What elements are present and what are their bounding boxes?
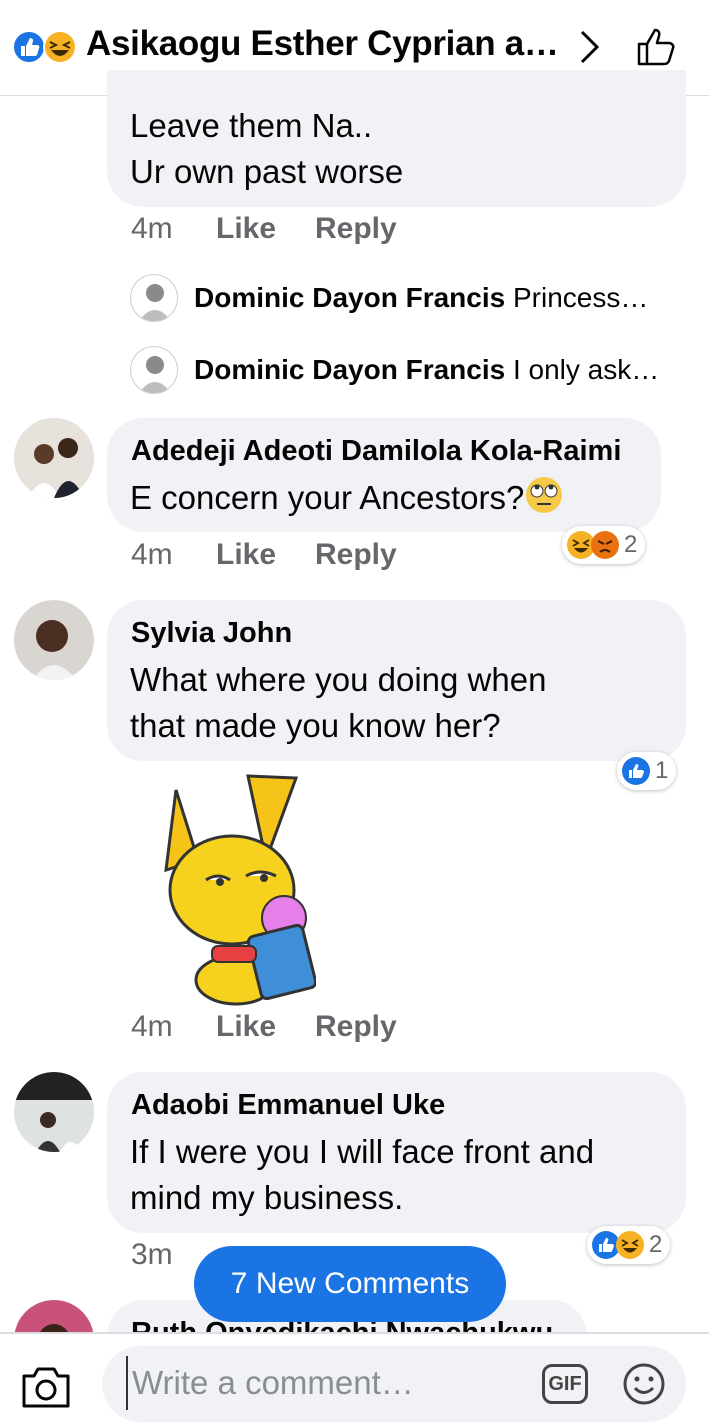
avatar[interactable] xyxy=(130,346,178,394)
comment-text: What where you doing when xyxy=(130,661,547,698)
reaction-summary-icon[interactable] xyxy=(12,30,82,64)
comment-text: that made you know her? xyxy=(130,707,501,744)
reaction-count-badge[interactable]: 1 xyxy=(617,752,677,790)
new-comments-button[interactable]: 7 New Comments xyxy=(194,1246,506,1322)
comment-author[interactable]: Sylvia John xyxy=(131,617,292,650)
comment-text: If I were you I will face front and xyxy=(130,1133,595,1170)
angry-icon xyxy=(591,531,619,559)
haha-icon xyxy=(616,1231,644,1259)
avatar[interactable] xyxy=(14,418,94,498)
comment-input[interactable] xyxy=(126,1356,534,1410)
reply-button[interactable]: Reply xyxy=(315,538,397,572)
reply-author: Dominic Dayon Francis xyxy=(194,282,506,313)
avatar[interactable] xyxy=(130,274,178,322)
reply-button[interactable]: Reply xyxy=(315,1010,397,1044)
comment-author[interactable]: Adedeji Adeoti Damilola Kola-Raimi xyxy=(131,435,621,468)
comment-time: 4m xyxy=(131,1010,173,1043)
like-icon[interactable] xyxy=(634,24,680,70)
reply-text: I only ask… xyxy=(512,354,660,385)
comment-author[interactable]: Adaobi Emmanuel Uke xyxy=(131,1089,445,1122)
avatar[interactable] xyxy=(14,600,94,680)
avatar[interactable] xyxy=(14,1072,94,1152)
comment-text: Leave them Na.. xyxy=(130,107,373,144)
emoji-icon[interactable] xyxy=(622,1362,666,1406)
like-reaction-icon xyxy=(622,757,650,785)
sticker-image[interactable] xyxy=(146,770,316,1006)
reaction-count: 2 xyxy=(649,1231,663,1258)
gif-button[interactable]: GIF xyxy=(542,1364,588,1404)
comment-time: 4m xyxy=(131,538,173,571)
post-title[interactable]: Asikaogu Esther Cyprian a… xyxy=(86,24,559,64)
comment-text: Ur own past worse xyxy=(130,153,404,190)
reaction-count-badge[interactable]: 2 xyxy=(587,1226,671,1264)
reply-author: Dominic Dayon Francis xyxy=(194,354,506,385)
comment-text: E concern your Ancestors? xyxy=(130,475,564,521)
reply-button[interactable]: Reply xyxy=(315,212,397,246)
comment-time: 3m xyxy=(131,1238,173,1271)
reaction-count: 1 xyxy=(655,757,669,784)
comment-input-field: GIF xyxy=(102,1346,686,1422)
reply-preview[interactable]: Dominic Dayon Francis I only ask… xyxy=(194,354,659,386)
like-button[interactable]: Like xyxy=(216,538,276,572)
comment-time: 4m xyxy=(131,212,173,245)
like-button[interactable]: Like xyxy=(216,1010,276,1044)
comment-text: mind my business. xyxy=(130,1179,404,1216)
like-button[interactable]: Like xyxy=(216,212,276,246)
reaction-count-badge[interactable]: 2 xyxy=(562,526,646,564)
reaction-count: 2 xyxy=(624,531,638,558)
eye-roll-emoji-icon xyxy=(526,477,563,513)
chevron-right-icon[interactable] xyxy=(574,28,604,66)
reply-preview[interactable]: Dominic Dayon Francis Princess… xyxy=(194,282,648,314)
reply-text: Princess… xyxy=(512,282,649,313)
camera-icon[interactable] xyxy=(20,1364,72,1410)
